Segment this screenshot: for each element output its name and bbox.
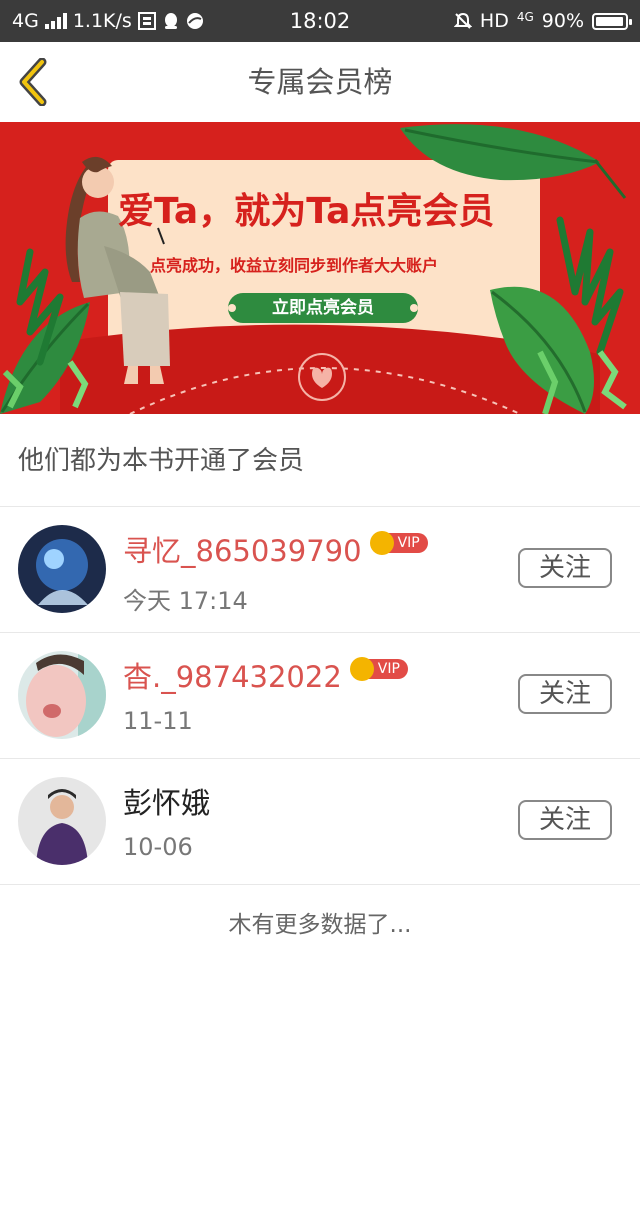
member-name[interactable]: 杳._987432022 VIP: [123, 657, 408, 695]
follow-button[interactable]: 关注: [518, 548, 612, 588]
member-row[interactable]: 杳._987432022 VIP 11-11 关注: [0, 633, 640, 758]
back-button[interactable]: [14, 57, 54, 107]
girl-skirt: [120, 292, 170, 366]
member-name-text: 杳._987432022: [123, 660, 342, 694]
member-name-text: 寻忆_865039790: [123, 534, 362, 568]
banner-light-up-button[interactable]: 立即点亮会员: [228, 293, 418, 323]
member-time: 今天 17:14: [123, 587, 248, 615]
section-title: 他们都为本书开通了会员: [18, 446, 305, 476]
crown-icon: [349, 657, 374, 681]
member-row[interactable]: 彭怀娥 10-06 关注: [0, 759, 640, 884]
member-time: 10-06: [123, 833, 193, 861]
follow-button[interactable]: 关注: [518, 800, 612, 840]
battery-icon: [592, 12, 632, 30]
page-title: 专属会员榜: [247, 65, 393, 99]
vip-label: VIP: [367, 659, 408, 679]
back-arrow-icon: [19, 57, 47, 107]
banner-headline: 爱Ta，就为Ta点亮会员: [118, 191, 495, 232]
banner-subtitle: 点亮成功，收益立刻同步到作者大大账户: [150, 256, 439, 275]
nav-bar: 专属会员榜: [0, 42, 640, 122]
status-right: HD 4G 90%: [453, 0, 632, 42]
vip-badge: VIP: [349, 657, 408, 681]
follow-button[interactable]: 关注: [518, 674, 612, 714]
avatar[interactable]: [18, 777, 106, 865]
crown-icon: [369, 531, 394, 555]
hd-indicator: HD: [479, 10, 509, 32]
battery-percent: 90%: [541, 10, 584, 32]
mute-bell-icon: [453, 12, 472, 29]
member-name-text: 彭怀娥: [123, 786, 211, 820]
vip-label: VIP: [387, 533, 428, 553]
vip-badge: VIP: [369, 531, 428, 555]
no-more-data-text: 木有更多数据了...: [228, 912, 412, 938]
network-small: 4G: [516, 10, 534, 24]
member-name[interactable]: 彭怀娥: [123, 785, 210, 821]
avatar[interactable]: [18, 651, 106, 739]
member-row[interactable]: 寻忆_865039790 VIP 今天 17:14 关注: [0, 507, 640, 632]
promo-banner[interactable]: 爱Ta，就为Ta点亮会员 点亮成功，收益立刻同步到作者大大账户 立即点亮会员: [0, 122, 640, 414]
member-time: 11-11: [123, 707, 193, 735]
divider: [0, 884, 640, 885]
avatar[interactable]: [18, 525, 106, 613]
status-bar: 4G 1.1K/s 18:02 HD 4G 90%: [0, 0, 640, 42]
member-name[interactable]: 寻忆_865039790 VIP: [123, 531, 428, 569]
